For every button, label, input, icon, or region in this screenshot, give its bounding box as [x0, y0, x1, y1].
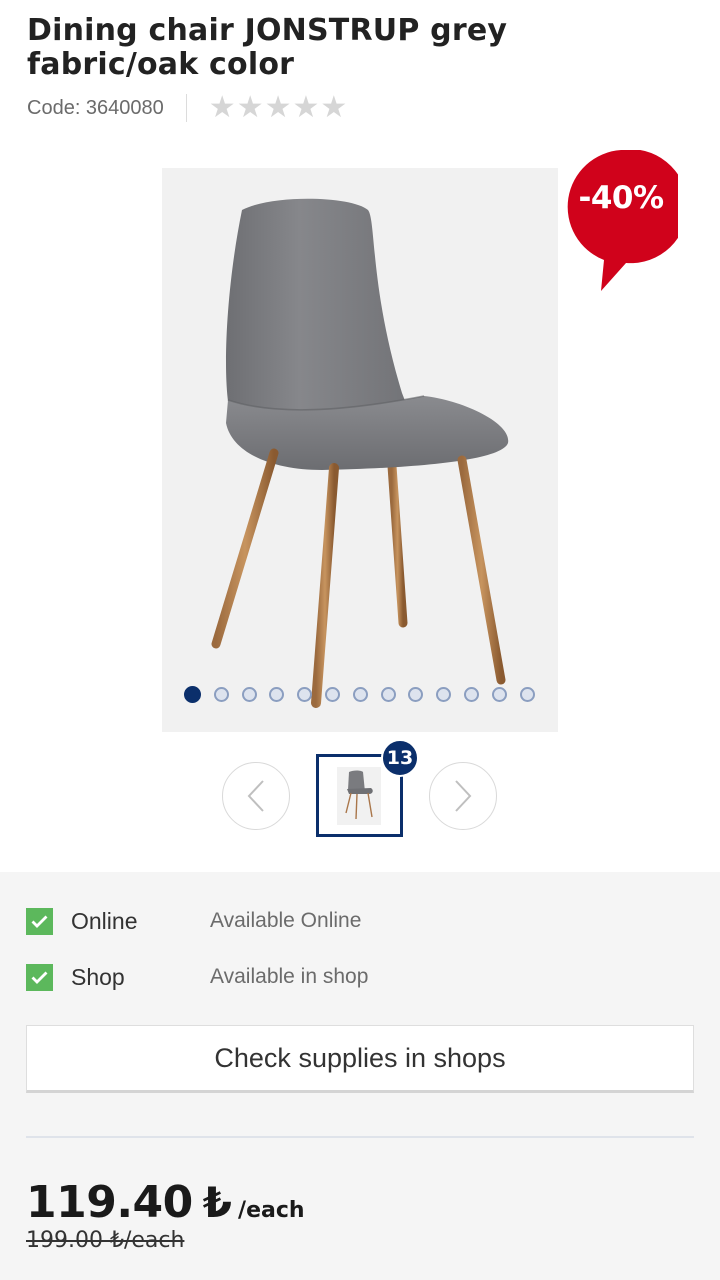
product-image-gallery[interactable]: [162, 168, 558, 732]
rating-stars[interactable]: ★ ★ ★ ★ ★: [209, 93, 349, 123]
pagination-dot[interactable]: [352, 687, 368, 702]
product-image: [211, 198, 509, 708]
pagination-dot[interactable]: [324, 687, 340, 702]
price-divider: [26, 1136, 694, 1138]
chevron-left-icon: [247, 780, 264, 812]
pagination-dot[interactable]: [380, 687, 396, 702]
check-icon: [26, 963, 53, 991]
star-icon: ★: [320, 91, 348, 124]
availability-value: Available Online: [210, 909, 362, 932]
availability-online-row: Online Available Online: [26, 906, 361, 936]
discount-badge: -40%: [578, 180, 664, 216]
pagination-dot[interactable]: [463, 687, 479, 702]
availability-label: Shop: [71, 963, 125, 990]
pagination-dot[interactable]: [408, 687, 424, 702]
price-amount: 119.40: [26, 1177, 193, 1228]
pagination-dot[interactable]: [269, 687, 285, 702]
meta-divider: [185, 94, 187, 122]
old-price: 199.00 ₺/each: [26, 1228, 185, 1253]
discount-badge-shape: [567, 150, 678, 291]
check-stock-button[interactable]: Check supplies in shops: [26, 1025, 694, 1093]
pagination-dot[interactable]: [297, 687, 313, 702]
pagination-dot[interactable]: [436, 687, 452, 702]
previous-image-button[interactable]: [222, 762, 290, 830]
gallery-pagination[interactable]: [184, 686, 547, 703]
availability-value: Available in shop: [210, 965, 369, 988]
chevron-right-icon: [455, 780, 472, 812]
star-icon: ★: [264, 91, 292, 124]
pagination-dot[interactable]: [241, 687, 257, 702]
check-icon: [26, 907, 53, 935]
pagination-dot[interactable]: [519, 687, 535, 702]
price: 119.40 ₺ /each: [26, 1177, 305, 1228]
image-count-badge: 13: [381, 739, 419, 777]
product-title: Dining chair JONSTRUP grey fabric/oak co…: [27, 13, 508, 82]
star-icon: ★: [236, 91, 264, 124]
star-icon: ★: [292, 91, 320, 124]
pagination-dot[interactable]: [184, 686, 201, 703]
price-currency: ₺: [202, 1178, 233, 1227]
next-image-button[interactable]: [429, 762, 497, 830]
pagination-dot[interactable]: [213, 687, 229, 702]
star-icon: ★: [208, 91, 236, 124]
price-unit: /each: [238, 1198, 305, 1223]
availability-shop-row: Shop Available in shop: [26, 962, 368, 992]
product-code: Code: 3640080: [27, 96, 164, 119]
availability-label: Online: [71, 907, 138, 934]
product-meta: Code: 3640080 ★ ★ ★ ★ ★: [27, 92, 348, 124]
pagination-dot[interactable]: [491, 687, 507, 702]
